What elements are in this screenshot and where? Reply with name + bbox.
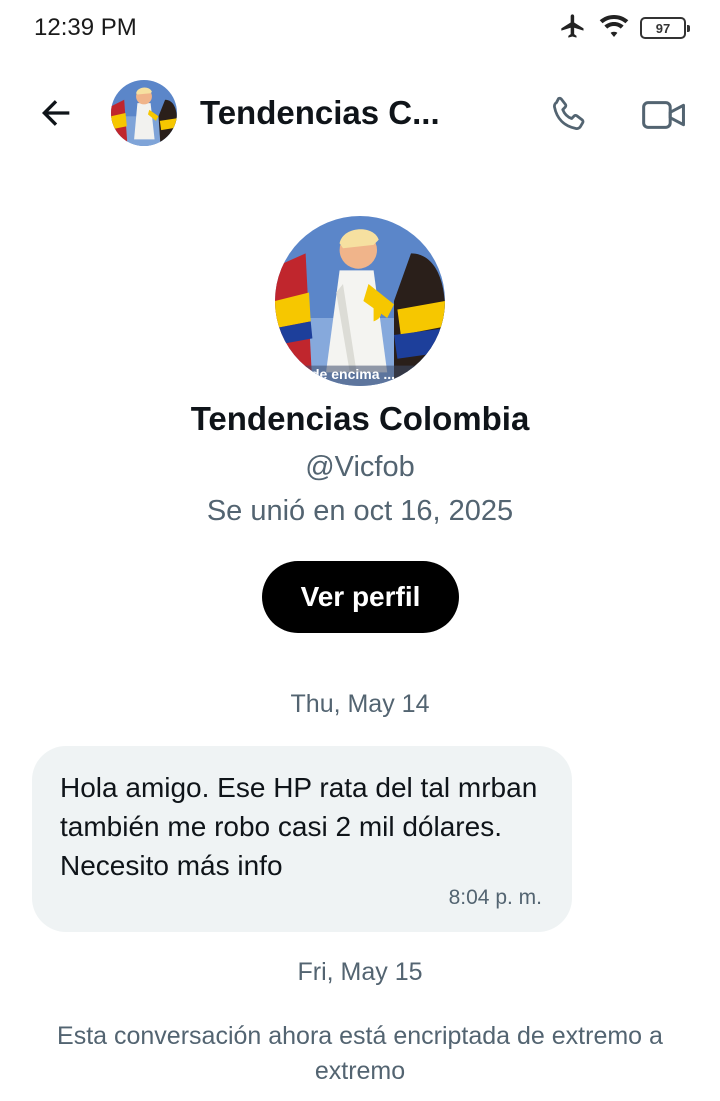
phone-icon bbox=[553, 96, 585, 130]
message-timestamp: 8:04 p. m. bbox=[448, 886, 542, 909]
back-button[interactable] bbox=[32, 89, 80, 137]
call-button[interactable] bbox=[542, 89, 594, 141]
profile-handle: @Vicfob bbox=[305, 451, 415, 483]
battery-icon: 97 bbox=[640, 17, 690, 39]
header-title[interactable]: Tendencias C... bbox=[200, 94, 460, 132]
date-separator: Thu, May 14 bbox=[290, 690, 430, 718]
airplane-icon bbox=[558, 12, 588, 45]
wifi-icon bbox=[598, 13, 630, 44]
view-profile-button[interactable]: Ver perfil bbox=[262, 561, 459, 633]
status-bar: 12:39 PM 97 bbox=[0, 0, 720, 56]
profile-joined-date: Se unió en oct 16, 2025 bbox=[206, 495, 514, 527]
date-separator: Fri, May 15 bbox=[297, 958, 423, 986]
video-camera-icon bbox=[642, 101, 685, 129]
video-call-button[interactable] bbox=[636, 89, 692, 141]
status-time: 12:39 PM bbox=[34, 14, 137, 41]
profile-avatar[interactable]: de encima ... bbox=[275, 216, 445, 386]
conversation-header: Tendencias C... bbox=[0, 72, 720, 154]
status-icons: 97 bbox=[558, 12, 690, 45]
message-text: Hola amigo. Ese HP rata del tal mrban ta… bbox=[60, 772, 538, 881]
battery-level: 97 bbox=[655, 20, 671, 36]
avatar-caption: de encima ... bbox=[311, 366, 396, 382]
encryption-notice: Esta conversación ahora está encriptada … bbox=[57, 1022, 663, 1085]
message-bubble[interactable]: Hola amigo. Ese HP rata del tal mrban ta… bbox=[32, 746, 572, 932]
arrow-left-icon bbox=[42, 100, 70, 126]
profile-name: Tendencias Colombia bbox=[190, 400, 530, 437]
header-avatar[interactable] bbox=[111, 80, 177, 146]
